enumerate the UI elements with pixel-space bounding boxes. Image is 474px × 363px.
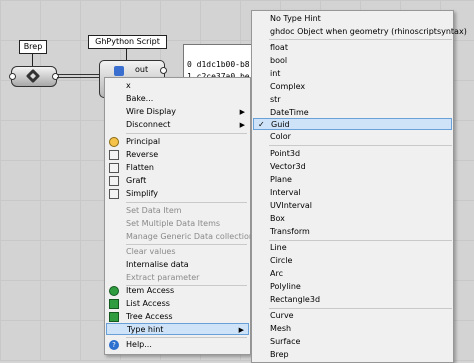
type-hint-ghdoc-object[interactable]: ghdoc Object when geometry (rhinoscripts… xyxy=(253,26,467,38)
menu-item-principal[interactable]: Principal xyxy=(106,136,249,148)
python-icon xyxy=(114,66,124,76)
menu-item-set-multiple-data-items: Set Multiple Data Items xyxy=(126,219,221,228)
brep-parameter[interactable] xyxy=(11,66,57,87)
menu-separator xyxy=(126,202,247,203)
menu-item-manage-generic-data: Manage Generic Data collection xyxy=(126,232,254,241)
type-hint-str[interactable]: str xyxy=(253,94,452,106)
menu-separator xyxy=(126,133,247,134)
menu-item-x[interactable]: x xyxy=(106,80,249,92)
type-hint-no-type-hint[interactable]: No Type Hint xyxy=(253,13,452,25)
type-hint-transform[interactable]: Transform xyxy=(253,226,452,238)
menu-item-flatten[interactable]: Flatten xyxy=(106,162,249,174)
chevron-right-icon: ▶ xyxy=(238,326,244,334)
type-hint-circle[interactable]: Circle xyxy=(253,255,452,267)
type-hint-arc[interactable]: Arc xyxy=(253,268,452,280)
tree-access-icon xyxy=(109,312,119,322)
type-hint-bool[interactable]: bool xyxy=(253,55,452,67)
brep-icon xyxy=(25,68,41,84)
brep-label: Brep xyxy=(19,40,47,54)
type-hint-point3d[interactable]: Point3d xyxy=(253,148,452,160)
menu-separator xyxy=(269,240,452,241)
menu-item-set-data-item: Set Data Item xyxy=(126,206,182,215)
menu-item-item-access[interactable]: Item Access xyxy=(106,285,249,297)
chevron-right-icon: ▶ xyxy=(239,108,245,116)
brep-label-connector xyxy=(32,53,33,66)
principal-icon xyxy=(109,137,119,147)
menu-separator xyxy=(269,308,452,309)
type-hint-vector3d[interactable]: Vector3d xyxy=(253,161,452,173)
type-hint-complex[interactable]: Complex xyxy=(253,81,452,93)
menu-item-internalise-data[interactable]: Internalise data xyxy=(106,259,249,271)
type-hint-surface[interactable]: Surface xyxy=(253,336,452,348)
type-hint-brep[interactable]: Brep xyxy=(253,349,452,361)
menu-item-extract-parameter: Extract parameter xyxy=(126,273,200,282)
menu-separator xyxy=(126,337,247,338)
help-icon: ? xyxy=(109,340,119,350)
menu-item-reverse[interactable]: Reverse xyxy=(106,149,249,161)
ghpython-title-connector xyxy=(126,48,127,60)
graft-icon xyxy=(109,176,119,186)
menu-item-list-access[interactable]: List Access xyxy=(106,298,249,310)
menu-item-wire-display[interactable]: Wire Display ▶ xyxy=(106,106,249,118)
menu-item-clear-values: Clear values xyxy=(126,247,176,256)
ghpython-output-port[interactable] xyxy=(160,67,167,74)
checkmark-icon: ✓ xyxy=(258,120,265,129)
parameter-context-menu: x Bake... Wire Display ▶ Disconnect ▶ Prin… xyxy=(104,77,254,355)
menu-separator xyxy=(269,145,452,146)
brep-input-port[interactable] xyxy=(9,73,16,80)
type-hint-plane[interactable]: Plane xyxy=(253,174,452,186)
type-hint-guid[interactable]: ✓ Guid xyxy=(253,118,452,130)
menu-item-tree-access[interactable]: Tree Access xyxy=(106,311,249,323)
wire[interactable] xyxy=(57,74,100,75)
type-hint-color[interactable]: Color xyxy=(253,131,452,143)
type-hint-curve[interactable]: Curve xyxy=(253,310,452,322)
type-hint-int[interactable]: int xyxy=(253,68,452,80)
menu-item-graft[interactable]: Graft xyxy=(106,175,249,187)
reverse-icon xyxy=(109,150,119,160)
type-hint-box[interactable]: Box xyxy=(253,213,452,225)
wire[interactable] xyxy=(57,77,100,78)
panel-line: 0 d1dc1b00-b8 xyxy=(187,60,250,69)
type-hint-float[interactable]: float xyxy=(253,42,452,54)
list-access-icon xyxy=(109,299,119,309)
menu-separator xyxy=(126,244,247,245)
menu-item-simplify[interactable]: Simplify xyxy=(106,188,249,200)
menu-item-bake[interactable]: Bake... xyxy=(106,93,249,105)
flatten-icon xyxy=(109,163,119,173)
ghpython-title: GhPython Script xyxy=(88,35,167,49)
type-hint-interval[interactable]: Interval xyxy=(253,187,452,199)
chevron-right-icon: ▶ xyxy=(239,121,245,129)
type-hint-rectangle3d[interactable]: Rectangle3d xyxy=(253,294,452,306)
menu-separator xyxy=(269,39,452,40)
type-hint-uvinterval[interactable]: UVInterval xyxy=(253,200,452,212)
menu-item-disconnect[interactable]: Disconnect ▶ xyxy=(106,119,249,131)
type-hint-submenu: No Type Hint ghdoc Object when geometry … xyxy=(251,10,467,363)
item-access-icon xyxy=(109,286,119,296)
simplify-icon xyxy=(109,189,119,199)
output-param-label[interactable]: out xyxy=(135,65,148,74)
type-hint-line[interactable]: Line xyxy=(253,242,452,254)
type-hint-polyline[interactable]: Polyline xyxy=(253,281,452,293)
menu-item-type-hint[interactable]: Type hint ▶ xyxy=(106,323,249,335)
type-hint-mesh[interactable]: Mesh xyxy=(253,323,452,335)
menu-item-help[interactable]: ? Help... xyxy=(106,339,249,351)
